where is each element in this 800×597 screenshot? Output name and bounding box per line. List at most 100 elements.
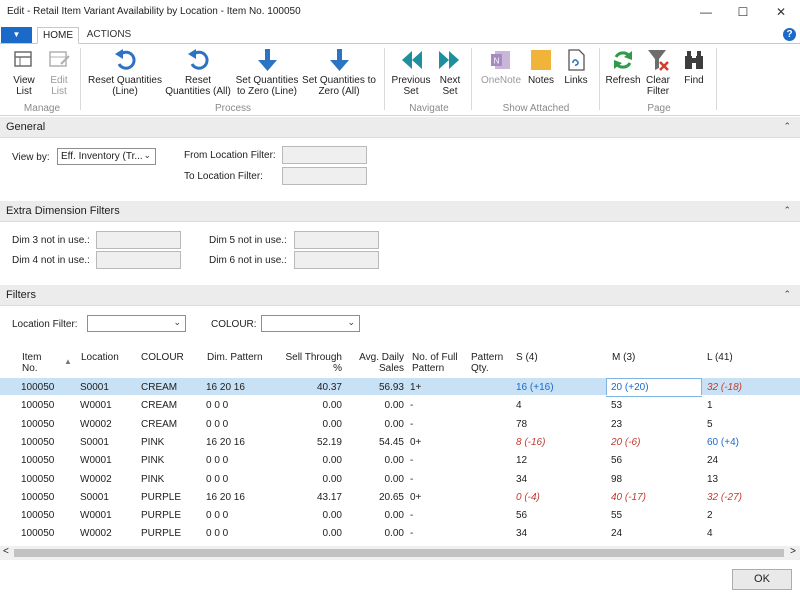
cell-colour[interactable]: CREAM bbox=[141, 419, 201, 430]
column-header-colour[interactable]: COLOUR bbox=[141, 352, 184, 363]
cell-sell-through[interactable]: 52.19 bbox=[280, 437, 342, 448]
cell-full-pattern[interactable]: - bbox=[410, 474, 450, 485]
cell-full-pattern[interactable]: - bbox=[410, 400, 450, 411]
column-header-l[interactable]: L (41) bbox=[707, 352, 733, 363]
cell-location[interactable]: W0001 bbox=[80, 455, 130, 466]
refresh-button[interactable]: Refresh bbox=[605, 48, 641, 86]
cell-sell-through[interactable]: 40.37 bbox=[280, 382, 342, 393]
cell-avg-daily-sales[interactable]: 0.00 bbox=[356, 510, 404, 521]
cell-size-l[interactable]: 32 (-18) bbox=[707, 382, 787, 393]
cell-colour[interactable]: PINK bbox=[141, 455, 201, 466]
scroll-left-icon[interactable]: < bbox=[3, 546, 9, 557]
close-button[interactable]: ✕ bbox=[772, 3, 790, 21]
cell-item-no[interactable]: 100050 bbox=[21, 528, 61, 539]
cell-size-m[interactable]: 23 bbox=[611, 419, 691, 430]
cell-size-s[interactable]: 12 bbox=[516, 455, 596, 466]
table-row[interactable]: 100050 W0001 CREAM 0 0 0 0.00 0.00-4 53 1 bbox=[0, 395, 800, 414]
cell-location[interactable]: W0002 bbox=[80, 474, 130, 485]
cell-location[interactable]: W0001 bbox=[80, 400, 130, 411]
cell-avg-daily-sales[interactable]: 54.45 bbox=[356, 437, 404, 448]
cell-size-m[interactable]: 53 bbox=[611, 400, 691, 411]
table-row[interactable]: 100050 W0001 PINK 0 0 0 0.00 0.00-12 56 24 bbox=[0, 450, 800, 469]
minimize-button[interactable]: — bbox=[697, 3, 715, 21]
cell-sell-through[interactable]: 0.00 bbox=[280, 419, 342, 430]
collapse-icon[interactable]: ⌃ bbox=[783, 205, 791, 216]
cell-dim-pattern[interactable]: 0 0 0 bbox=[206, 510, 276, 521]
collapse-icon[interactable]: ⌃ bbox=[783, 289, 791, 300]
cell-size-m[interactable]: 56 bbox=[611, 455, 691, 466]
set-zero-line-button[interactable]: Set Quantities to Zero (Line) bbox=[234, 48, 300, 97]
cell-item-no[interactable]: 100050 bbox=[21, 455, 61, 466]
cell-location[interactable]: S0001 bbox=[80, 492, 130, 503]
table-row[interactable]: 100050 S0001 PURPLE 16 20 16 43.17 20.65 0+ 0 (… bbox=[0, 486, 800, 506]
cell-colour[interactable]: PURPLE bbox=[141, 528, 201, 539]
table-row[interactable]: 100050 W0001 PURPLE 0 0 0 0.00 0.00-56 55 2 bbox=[0, 505, 800, 524]
ok-button[interactable]: OK bbox=[732, 569, 792, 590]
cell-avg-daily-sales[interactable]: 0.00 bbox=[356, 400, 404, 411]
cell-dim-pattern[interactable]: 16 20 16 bbox=[206, 382, 276, 393]
cell-location[interactable]: W0002 bbox=[80, 528, 130, 539]
cell-size-m[interactable]: 20 (+20) bbox=[611, 382, 691, 393]
view-by-select[interactable]: Eff. Inventory (Tr... ⌄ bbox=[57, 148, 156, 165]
horizontal-scrollbar[interactable]: < > bbox=[0, 546, 800, 560]
cell-sell-through[interactable]: 0.00 bbox=[280, 474, 342, 485]
location-filter-select[interactable]: ⌄ bbox=[87, 315, 186, 332]
cell-location[interactable]: S0001 bbox=[80, 382, 130, 393]
cell-size-l[interactable]: 1 bbox=[707, 400, 787, 411]
reset-quantities-line-button[interactable]: Reset Quantities (Line) bbox=[88, 48, 162, 97]
cell-item-no[interactable]: 100050 bbox=[21, 510, 61, 521]
cell-full-pattern[interactable]: - bbox=[410, 455, 450, 466]
cell-avg-daily-sales[interactable]: 0.00 bbox=[356, 474, 404, 485]
edit-list-button[interactable]: Edit List bbox=[44, 48, 74, 97]
column-header-full-pattern[interactable]: No. of Full Pattern bbox=[412, 352, 462, 374]
cell-size-m[interactable]: 24 bbox=[611, 528, 691, 539]
cell-avg-daily-sales[interactable]: 0.00 bbox=[356, 528, 404, 539]
app-menu-button[interactable]: ▼ bbox=[1, 27, 32, 43]
cell-sell-through[interactable]: 0.00 bbox=[280, 528, 342, 539]
cell-full-pattern[interactable]: - bbox=[410, 510, 450, 521]
table-row[interactable]: 100050 W0002 PURPLE 0 0 0 0.00 0.00-34 24 4 bbox=[0, 523, 800, 542]
cell-size-l[interactable]: 5 bbox=[707, 419, 787, 430]
notes-button[interactable]: Notes bbox=[525, 48, 557, 86]
cell-size-l[interactable]: 4 bbox=[707, 528, 787, 539]
to-location-filter-field[interactable] bbox=[282, 167, 367, 185]
cell-dim-pattern[interactable]: 0 0 0 bbox=[206, 419, 276, 430]
cell-size-s[interactable]: 34 bbox=[516, 528, 596, 539]
tab-home[interactable]: HOME bbox=[37, 27, 79, 44]
cell-sell-through[interactable]: 0.00 bbox=[280, 510, 342, 521]
cell-full-pattern[interactable]: - bbox=[410, 419, 450, 430]
links-button[interactable]: Links bbox=[561, 48, 591, 86]
cell-size-l[interactable]: 13 bbox=[707, 474, 787, 485]
cell-size-m[interactable]: 98 bbox=[611, 474, 691, 485]
cell-location[interactable]: S0001 bbox=[80, 437, 130, 448]
cell-dim-pattern[interactable]: 0 0 0 bbox=[206, 455, 276, 466]
dim4-field[interactable] bbox=[96, 251, 181, 269]
cell-item-no[interactable]: 100050 bbox=[21, 474, 61, 485]
general-section-header[interactable]: General ⌃ bbox=[0, 117, 800, 138]
cell-dim-pattern[interactable]: 16 20 16 bbox=[206, 492, 276, 503]
cell-sell-through[interactable]: 43.17 bbox=[280, 492, 342, 503]
from-location-filter-field[interactable] bbox=[282, 146, 367, 164]
table-row[interactable]: 100050 S0001 PINK 16 20 16 52.19 54.45 0+ 8 (-1… bbox=[0, 431, 800, 451]
cell-sell-through[interactable]: 0.00 bbox=[280, 400, 342, 411]
cell-size-s[interactable]: 4 bbox=[516, 400, 596, 411]
cell-avg-daily-sales[interactable]: 0.00 bbox=[356, 419, 404, 430]
maximize-button[interactable]: ☐ bbox=[734, 3, 752, 21]
cell-size-l[interactable]: 60 (+4) bbox=[707, 437, 787, 448]
cell-dim-pattern[interactable]: 0 0 0 bbox=[206, 474, 276, 485]
extra-dimension-section-header[interactable]: Extra Dimension Filters ⌃ bbox=[0, 201, 800, 222]
cell-size-s[interactable]: 78 bbox=[516, 419, 596, 430]
table-row[interactable]: 100050 S0001 CREAM 16 20 16 40.37 56.93 1+ 16 (… bbox=[0, 377, 800, 397]
cell-avg-daily-sales[interactable]: 20.65 bbox=[356, 492, 404, 503]
previous-set-button[interactable]: Previous Set bbox=[391, 48, 431, 97]
cell-full-pattern[interactable]: 1+ bbox=[410, 382, 450, 393]
column-header-dim-pattern[interactable]: Dim. Pattern bbox=[207, 352, 263, 363]
cell-sell-through[interactable]: 0.00 bbox=[280, 455, 342, 466]
next-set-button[interactable]: Next Set bbox=[434, 48, 466, 97]
cell-colour[interactable]: CREAM bbox=[141, 400, 201, 411]
cell-size-l[interactable]: 2 bbox=[707, 510, 787, 521]
cell-size-s[interactable]: 8 (-16) bbox=[516, 437, 596, 448]
find-button[interactable]: Find bbox=[679, 48, 709, 86]
cell-colour[interactable]: PINK bbox=[141, 474, 201, 485]
cell-item-no[interactable]: 100050 bbox=[21, 382, 61, 393]
